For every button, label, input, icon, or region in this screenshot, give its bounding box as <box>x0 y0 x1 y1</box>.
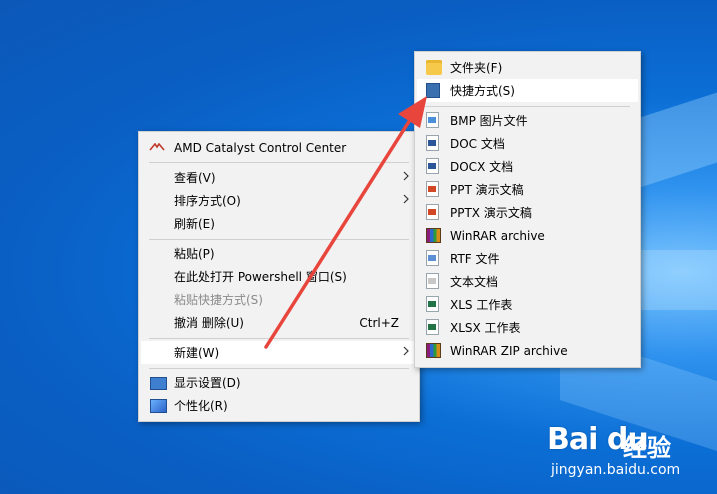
menu-item-label: 显示设置(D) <box>174 376 241 390</box>
bmp-file-icon <box>426 112 439 128</box>
menu-item-label: DOCX 文档 <box>450 160 514 174</box>
menu-separator <box>149 368 409 369</box>
menu-item-paste-shortcut: 粘贴快捷方式(S) <box>141 288 417 311</box>
display-settings-icon <box>150 377 167 390</box>
submenu-item-winrar-zip[interactable]: WinRAR ZIP archive <box>417 339 638 362</box>
xlsx-file-icon <box>426 319 439 335</box>
submenu-item-xlsx[interactable]: XLSX 工作表 <box>417 316 638 339</box>
menu-item-label: 刷新(E) <box>174 217 215 231</box>
menu-separator <box>149 239 409 240</box>
chevron-right-icon <box>403 171 409 181</box>
menu-item-open-powershell[interactable]: 在此处打开 Powershell 窗口(S) <box>141 265 417 288</box>
menu-item-label: 个性化(R) <box>174 399 228 413</box>
menu-item-label: PPT 演示文稿 <box>450 183 524 197</box>
shortcut-icon <box>426 83 440 98</box>
menu-item-paste[interactable]: 粘贴(P) <box>141 242 417 265</box>
menu-item-label: 撤消 删除(U) <box>174 316 244 330</box>
rtf-file-icon <box>426 250 439 266</box>
menu-item-view[interactable]: 查看(V) <box>141 166 417 189</box>
chevron-right-icon <box>403 346 409 356</box>
menu-item-undo-delete[interactable]: 撤消 删除(U) Ctrl+Z <box>141 311 417 334</box>
docx-file-icon <box>426 158 439 174</box>
submenu-item-folder[interactable]: 文件夹(F) <box>417 56 638 79</box>
ppt-file-icon <box>426 181 439 197</box>
chevron-right-icon <box>403 194 409 204</box>
menu-item-label: WinRAR ZIP archive <box>450 343 568 358</box>
submenu-item-winrar-archive[interactable]: WinRAR archive <box>417 224 638 247</box>
menu-item-sort-by[interactable]: 排序方式(O) <box>141 189 417 212</box>
text-document-icon <box>426 273 439 289</box>
menu-item-display-settings[interactable]: 显示设置(D) <box>141 371 417 394</box>
menu-item-label: RTF 文件 <box>450 252 500 266</box>
menu-item-label: 在此处打开 Powershell 窗口(S) <box>174 270 347 284</box>
menu-item-label: BMP 图片文件 <box>450 114 528 128</box>
menu-separator <box>425 106 630 107</box>
winrar-zip-icon <box>426 343 441 358</box>
baidu-jingyan-watermark: Bai du 经验 jingyan.baidu.com <box>547 422 712 486</box>
menu-item-label: 粘贴快捷方式(S) <box>174 293 263 307</box>
submenu-item-text-document[interactable]: 文本文档 <box>417 270 638 293</box>
amd-catalyst-icon <box>149 143 165 151</box>
xls-file-icon <box>426 296 439 312</box>
menu-item-label: AMD Catalyst Control Center <box>174 140 347 155</box>
personalize-icon <box>150 399 167 413</box>
menu-item-label: 粘贴(P) <box>174 247 215 261</box>
baidu-brand-text: 经验 <box>623 434 671 462</box>
menu-item-label: 查看(V) <box>174 171 216 185</box>
submenu-item-docx[interactable]: DOCX 文档 <box>417 155 638 178</box>
menu-item-label: XLSX 工作表 <box>450 321 521 335</box>
menu-item-label: 快捷方式(S) <box>450 84 515 98</box>
menu-item-label: XLS 工作表 <box>450 298 513 312</box>
keyboard-shortcut: Ctrl+Z <box>359 315 399 330</box>
submenu-item-shortcut[interactable]: 快捷方式(S) <box>417 79 638 102</box>
submenu-item-pptx[interactable]: PPTX 演示文稿 <box>417 201 638 224</box>
menu-item-label: 文件夹(F) <box>450 61 503 75</box>
menu-item-personalize[interactable]: 个性化(R) <box>141 394 417 417</box>
submenu-item-doc[interactable]: DOC 文档 <box>417 132 638 155</box>
menu-item-new[interactable]: 新建(W) <box>141 341 417 364</box>
new-submenu: 文件夹(F) 快捷方式(S) BMP 图片文件 DOC 文档 DOCX 文档 P… <box>414 51 641 368</box>
menu-item-label: DOC 文档 <box>450 137 505 151</box>
menu-item-label: PPTX 演示文稿 <box>450 206 532 220</box>
doc-file-icon <box>426 135 439 151</box>
menu-item-label: 新建(W) <box>174 346 220 360</box>
menu-item-label: 排序方式(O) <box>174 194 241 208</box>
pptx-file-icon <box>426 204 439 220</box>
winrar-archive-icon <box>426 228 441 243</box>
submenu-item-ppt[interactable]: PPT 演示文稿 <box>417 178 638 201</box>
watermark-url: jingyan.baidu.com <box>551 462 681 478</box>
menu-item-label: 文本文档 <box>450 275 499 289</box>
menu-separator <box>149 338 409 339</box>
submenu-item-bmp[interactable]: BMP 图片文件 <box>417 109 638 132</box>
submenu-item-xls[interactable]: XLS 工作表 <box>417 293 638 316</box>
submenu-item-rtf[interactable]: RTF 文件 <box>417 247 638 270</box>
menu-item-label: WinRAR archive <box>450 228 545 243</box>
menu-item-amd-catalyst[interactable]: AMD Catalyst Control Center <box>141 136 417 159</box>
folder-icon <box>426 60 442 75</box>
menu-item-refresh[interactable]: 刷新(E) <box>141 212 417 235</box>
desktop-context-menu: AMD Catalyst Control Center 查看(V) 排序方式(O… <box>138 131 420 422</box>
menu-separator <box>149 162 409 163</box>
